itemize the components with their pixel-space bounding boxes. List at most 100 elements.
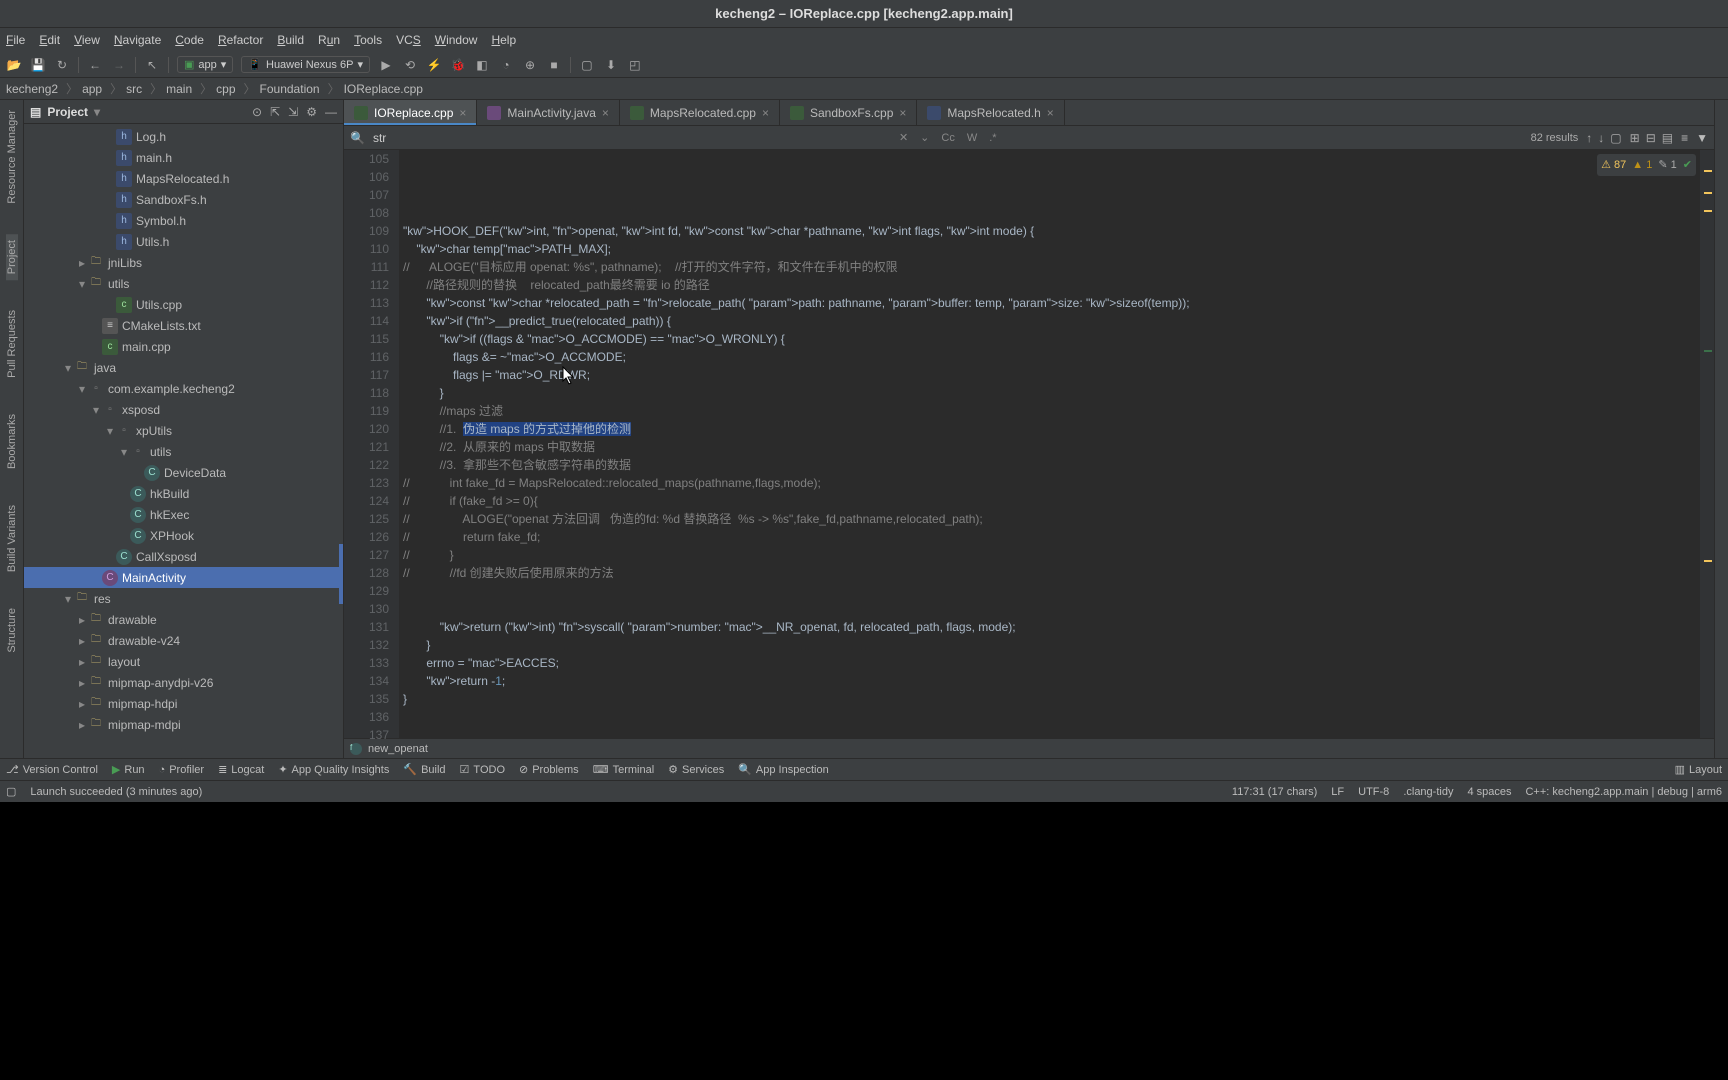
close-tab-icon[interactable]: × — [459, 106, 466, 120]
code-line-120[interactable]: // int fake_fd = MapsRelocated::relocate… — [399, 474, 1700, 492]
code-line-117[interactable]: //1. 伪造 maps 的方式过掉他的检测💡 — [399, 420, 1700, 438]
code-line-105[interactable] — [399, 204, 1700, 222]
prev-match-icon[interactable]: ↑ — [1586, 131, 1592, 145]
code-line-118[interactable]: //2. 从原来的 maps 中取数据 — [399, 438, 1700, 456]
tool-app-quality-insights[interactable]: ✦ App Quality Insights — [278, 763, 389, 776]
tree-item-cmakelists-txt[interactable]: ≡CMakeLists.txt — [24, 315, 343, 336]
code-editor[interactable]: 1051061071081091101111121131141151161171… — [344, 150, 1714, 738]
breadcrumb-item[interactable]: IOReplace.cpp — [344, 82, 423, 96]
tool-version-control[interactable]: ⎇ Version Control — [6, 763, 98, 776]
tool-build[interactable]: 🔨 Build — [403, 763, 445, 776]
menu-view[interactable]: View — [74, 33, 100, 47]
tab-mainactivity-java[interactable]: MainActivity.java× — [477, 100, 620, 125]
tool-structure[interactable]: Structure — [6, 602, 18, 659]
debug-icon[interactable]: 🐞 — [450, 57, 466, 73]
layout-inspector-icon[interactable]: ◰ — [627, 57, 643, 73]
tree-item-drawable-v24[interactable]: ▸🗀drawable-v24 — [24, 630, 343, 651]
sdk-icon[interactable]: ⬇ — [603, 57, 619, 73]
select-all-icon[interactable]: ▢ — [1610, 131, 1621, 145]
menu-help[interactable]: Help — [491, 33, 516, 47]
close-tab-icon[interactable]: × — [1047, 106, 1054, 120]
tool-bookmarks[interactable]: Bookmarks — [6, 408, 18, 475]
tree-item-drawable[interactable]: ▸🗀drawable — [24, 609, 343, 630]
collapse-all-icon[interactable]: ⇲ — [288, 105, 298, 119]
attach-icon[interactable]: ⊕ — [522, 57, 538, 73]
code-line-132[interactable]: } — [399, 690, 1700, 708]
menu-edit[interactable]: Edit — [39, 33, 60, 47]
tool-logcat[interactable]: ≣ Logcat — [218, 763, 264, 776]
tree-item-hkbuild[interactable]: ChkBuild — [24, 483, 343, 504]
menu-tools[interactable]: Tools — [354, 33, 382, 47]
tool-terminal[interactable]: ⌨ Terminal — [593, 763, 654, 776]
breadcrumb[interactable]: kecheng2〉 app〉 src〉 main〉 cpp〉 Foundatio… — [0, 78, 1728, 100]
breadcrumb-item[interactable]: app — [82, 82, 102, 96]
menu-code[interactable]: Code — [175, 33, 204, 47]
menu-window[interactable]: Window — [435, 33, 478, 47]
menu-run[interactable]: Run — [318, 33, 340, 47]
close-search-icon[interactable]: ✕ — [897, 131, 910, 144]
tool-profiler[interactable]: ◔ Profiler — [159, 764, 205, 776]
select-opened-icon[interactable]: ⊙ — [252, 105, 262, 119]
tree-item-callxsposd[interactable]: CCallXsposd — [24, 546, 343, 567]
avd-icon[interactable]: ▢ — [579, 57, 595, 73]
tree-item-utils-cpp[interactable]: cUtils.cpp — [24, 294, 343, 315]
words-toggle[interactable]: W — [965, 132, 979, 144]
code-line-116[interactable]: //maps 过滤 — [399, 402, 1700, 420]
close-tab-icon[interactable]: × — [602, 106, 609, 120]
breadcrumb-item[interactable]: cpp — [216, 82, 235, 96]
tree-item-main-h[interactable]: hmain.h — [24, 147, 343, 168]
stop-icon[interactable]: ■ — [546, 57, 562, 73]
code-line-130[interactable]: errno = "mac">EACCES; — [399, 654, 1700, 672]
tool-layout[interactable]: ▥ Layout — [1675, 763, 1722, 776]
code-line-112[interactable]: "kw">if ((flags & "mac">O_ACCMODE) == "m… — [399, 330, 1700, 348]
code-line-119[interactable]: //3. 拿那些不包含敏感字符串的数据 — [399, 456, 1700, 474]
back-icon[interactable]: ← — [87, 57, 103, 73]
search-input[interactable] — [373, 131, 889, 145]
rerun-icon[interactable]: ⟲ — [402, 57, 418, 73]
tree-item-xphook[interactable]: CXPHook — [24, 525, 343, 546]
open-icon[interactable]: 📂 — [6, 57, 22, 73]
apply-changes-icon[interactable]: ⚡ — [426, 57, 442, 73]
tree-item-sandboxfs-h[interactable]: hSandboxFs.h — [24, 189, 343, 210]
code-line-122[interactable]: // ALOGE("openat 方法回调 伪造的fd: %d 替换路径 %s … — [399, 510, 1700, 528]
tree-item-xputils[interactable]: ▾▫xpUtils — [24, 420, 343, 441]
tree-item-main-cpp[interactable]: cmain.cpp — [24, 336, 343, 357]
tree-item-utils[interactable]: ▾▫utils — [24, 441, 343, 462]
tool-problems[interactable]: ⊘ Problems — [519, 763, 579, 776]
run-config-dropdown[interactable]: ▣app▾ — [177, 56, 233, 73]
profile-icon[interactable]: ◔ — [498, 57, 514, 73]
tool-todo[interactable]: ☑ TODO — [460, 763, 505, 776]
code-line-106[interactable]: "kw">HOOK_DEF("kw">int, "fn">openat, "kw… — [399, 222, 1700, 240]
menu-bar[interactable]: File Edit View Navigate Code Refactor Bu… — [0, 28, 1728, 52]
tree-item-mipmap-anydpi-v26[interactable]: ▸🗀mipmap-anydpi-v26 — [24, 672, 343, 693]
code-line-107[interactable]: "kw">char temp["mac">PATH_MAX]; — [399, 240, 1700, 258]
toggle-findall-icon[interactable]: ≡ — [1681, 131, 1688, 145]
code-line-114[interactable]: flags |= "mac">O_RDWR; — [399, 366, 1700, 384]
settings-icon[interactable]: ⚙ — [306, 105, 317, 119]
code-line-123[interactable]: // return fake_fd; — [399, 528, 1700, 546]
remove-selection-icon[interactable]: ⊟ — [1646, 131, 1656, 145]
inspection-summary[interactable]: ⚠ 87 ▲ 1 ✎ 1 ✔ — [1597, 154, 1696, 176]
tool-resource-manager[interactable]: Resource Manager — [6, 104, 18, 210]
run-icon[interactable]: ▶ — [378, 57, 394, 73]
code-line-113[interactable]: flags &= ~"mac">O_ACCMODE; — [399, 348, 1700, 366]
clang-tidy[interactable]: .clang-tidy — [1403, 786, 1453, 798]
next-match-icon[interactable]: ↓ — [1598, 131, 1604, 145]
code-content[interactable]: ⚠ 87 ▲ 1 ✎ 1 ✔ "kw">HOOK_DEF("kw">int, "… — [399, 150, 1700, 738]
code-line-125[interactable]: // //fd 创建失败后使用原来的方法 — [399, 564, 1700, 582]
code-line-133[interactable] — [399, 708, 1700, 726]
tool-services[interactable]: ⚙ Services — [668, 763, 724, 776]
cursor-position[interactable]: 117:31 (17 chars) — [1232, 786, 1317, 798]
indent-setting[interactable]: 4 spaces — [1467, 786, 1511, 798]
menu-file[interactable]: File — [6, 33, 25, 47]
breadcrumb-item[interactable]: src — [126, 82, 142, 96]
forward-icon[interactable]: → — [111, 57, 127, 73]
tab-sandboxfs-cpp[interactable]: SandboxFs.cpp× — [780, 100, 917, 125]
code-line-127[interactable] — [399, 600, 1700, 618]
tool-build-variants[interactable]: Build Variants — [6, 499, 18, 578]
tool-app-inspection[interactable]: 🔍 App Inspection — [738, 763, 828, 776]
code-line-111[interactable]: "kw">if ("fn">__predict_true(relocated_p… — [399, 312, 1700, 330]
tab-mapsrelocated-h[interactable]: MapsRelocated.h× — [917, 100, 1064, 125]
line-separator[interactable]: LF — [1331, 786, 1344, 798]
prev-occurrence-icon[interactable]: ⌄ — [918, 131, 931, 144]
